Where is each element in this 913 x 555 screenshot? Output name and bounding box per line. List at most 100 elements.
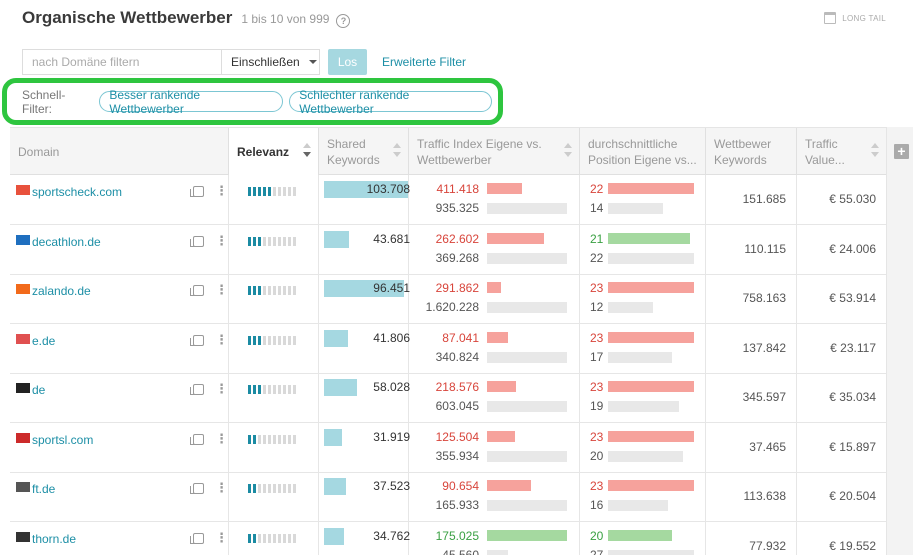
more-options-icon[interactable]: ⋮ xyxy=(215,333,228,346)
help-icon[interactable]: ? xyxy=(336,14,351,28)
domain-link[interactable]: ft.de xyxy=(32,482,55,496)
traffic-own-value: 411.418 xyxy=(436,182,480,196)
traffic-value: € 20.504 xyxy=(829,489,876,503)
col-traffic-value[interactable]: Traffic Value... xyxy=(797,128,886,175)
traffic-competitor-bar xyxy=(487,351,567,363)
shared-keywords-bar: 43.681 xyxy=(324,230,410,248)
table-cell xyxy=(10,323,229,373)
position-own-value: 23 xyxy=(590,330,604,345)
go-button[interactable]: Los xyxy=(328,49,367,75)
col-competitor-keywords[interactable]: Wettbewer Keywords xyxy=(706,128,797,175)
traffic-value: € 24.006 xyxy=(829,241,876,256)
shared-keywords-fill xyxy=(324,478,346,495)
table-cell xyxy=(10,472,229,521)
position-competitor-value: 27 xyxy=(590,547,604,555)
relevance-segment xyxy=(283,434,286,444)
domain-link[interactable]: thorn.de xyxy=(32,532,76,546)
domain-filter-input[interactable]: nach Domäne filtern xyxy=(22,49,221,75)
col-relevanz[interactable]: Relevanz xyxy=(229,128,319,175)
copy-icon[interactable] xyxy=(190,334,204,346)
competitor-keywords-value: 151.685 xyxy=(742,192,786,206)
longtail-label: LONG TAIL xyxy=(842,13,886,23)
copy-icon[interactable] xyxy=(190,483,204,494)
col-avg-position[interactable]: durchschnittliche Position Eigene vs... xyxy=(580,128,706,175)
more-options-icon[interactable]: ⋮ xyxy=(215,531,228,544)
traffic-competitor-value: 340.824 xyxy=(435,349,479,364)
traffic-value: € 23.117 xyxy=(830,340,876,355)
domain-favicon xyxy=(16,333,30,344)
col-traffic-index[interactable]: Traffic Index Eigene vs. Wettbewerber xyxy=(409,128,580,175)
copy-icon[interactable] xyxy=(190,235,204,247)
relevance-meter xyxy=(248,434,298,444)
more-options-icon[interactable]: ⋮ xyxy=(215,382,228,395)
traffic-own-fill xyxy=(487,232,544,244)
copy-icon[interactable] xyxy=(190,532,204,544)
col-domain[interactable]: Domain xyxy=(10,128,229,175)
domain-link[interactable]: e.de xyxy=(32,334,55,348)
col-shared-keywords[interactable]: Shared Keywords xyxy=(319,128,409,175)
position-own-bar xyxy=(608,282,694,293)
table-cell xyxy=(229,422,319,472)
relevance-segment xyxy=(293,385,296,394)
shared-keywords-fill xyxy=(324,379,357,396)
domain-link[interactable]: zalando.de xyxy=(32,284,91,298)
domain-link[interactable]: sportscheck.com xyxy=(32,185,122,199)
copy-icon[interactable] xyxy=(190,384,204,395)
traffic-competitor-bar xyxy=(487,549,567,555)
more-options-icon[interactable]: ⋮ xyxy=(215,234,228,247)
add-column-icon[interactable]: + xyxy=(894,144,909,159)
position-competitor-fill xyxy=(608,252,694,264)
position-own-fill xyxy=(608,232,690,244)
worse-ranking-filter[interactable]: Schlechter rankende Wettbewerber xyxy=(289,88,492,116)
copy-icon[interactable] xyxy=(190,433,204,445)
relevance-meter xyxy=(248,286,298,295)
domain-link[interactable]: decathlon.de xyxy=(32,235,101,249)
relevance-segment xyxy=(288,484,291,493)
include-select[interactable]: Einschließen xyxy=(221,49,320,75)
relevance-meter xyxy=(248,236,298,246)
more-options-icon[interactable]: ⋮ xyxy=(215,283,228,296)
copy-icon[interactable] xyxy=(190,285,204,296)
position-own-fill xyxy=(608,381,694,392)
domain-favicon xyxy=(16,185,30,195)
relevance-segment xyxy=(258,533,261,543)
relevance-segment xyxy=(263,286,266,295)
chevron-down-icon xyxy=(308,60,317,64)
better-ranking-filter[interactable]: Besser rankende Wettbewerber xyxy=(99,88,284,116)
relevance-segment xyxy=(273,335,276,345)
traffic-own-bar xyxy=(487,331,567,343)
include-select-value: Einschließen xyxy=(231,55,300,69)
longtail-toggle[interactable]: LONG TAIL xyxy=(824,12,886,24)
sort-icon xyxy=(303,143,311,157)
relevance-segment xyxy=(258,484,261,493)
position-competitor-fill xyxy=(608,500,669,511)
position-competitor-fill xyxy=(608,549,694,555)
relevance-segment xyxy=(253,286,256,295)
domain-link[interactable]: sportsl.com xyxy=(32,433,93,447)
traffic-value: € 19.552 xyxy=(829,538,876,553)
position-competitor-value: 16 xyxy=(590,498,604,512)
col-shared-label: Shared Keywords xyxy=(327,136,380,167)
shared-keywords-value: 43.681 xyxy=(373,231,410,246)
shared-keywords-value: 41.806 xyxy=(373,330,410,345)
traffic-own-value: 175.025 xyxy=(435,528,479,543)
relevance-segment xyxy=(268,335,271,345)
relevance-meter xyxy=(248,385,298,394)
more-options-icon[interactable]: ⋮ xyxy=(215,481,228,494)
shared-keywords-bar: 103.708 xyxy=(324,181,410,198)
more-options-icon[interactable]: ⋮ xyxy=(215,432,228,445)
position-own-fill xyxy=(608,331,694,343)
shared-keywords-value: 58.028 xyxy=(373,380,410,394)
position-own-value: 20 xyxy=(590,528,604,543)
relevance-segment xyxy=(288,533,291,543)
relevance-segment xyxy=(268,236,271,246)
advanced-filter-link[interactable]: Erweiterte Filter xyxy=(382,55,466,69)
shared-keywords-bar: 41.806 xyxy=(324,329,410,347)
position-own-bar xyxy=(608,331,694,343)
copy-icon[interactable] xyxy=(190,186,204,197)
domain-link[interactable]: de xyxy=(32,383,45,397)
more-options-icon[interactable]: ⋮ xyxy=(215,184,228,197)
col-value-label: Traffic Value... xyxy=(805,136,845,167)
shared-keywords-value: 37.523 xyxy=(373,479,410,493)
relevance-segment xyxy=(293,286,296,295)
